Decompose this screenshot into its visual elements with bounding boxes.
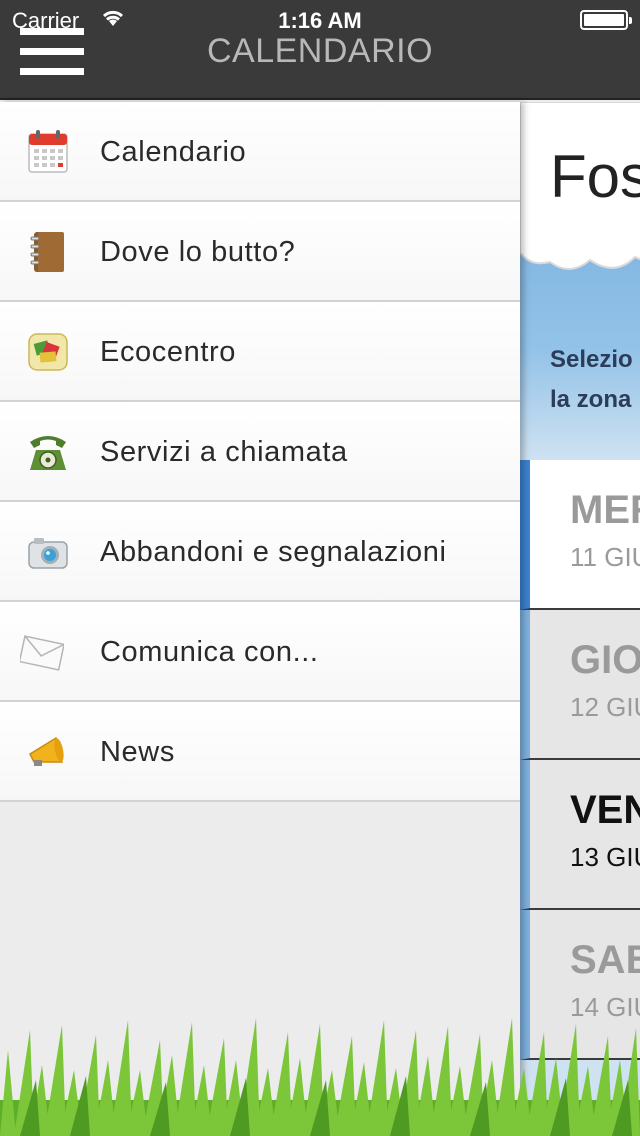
ecocentro-icon bbox=[28, 333, 68, 371]
day-row[interactable]: VEN 13 GIU bbox=[520, 760, 640, 910]
content-title: Fos bbox=[550, 143, 640, 210]
menu-item-comunica-con[interactable]: Comunica con... bbox=[0, 602, 520, 702]
telephone-icon bbox=[30, 436, 66, 470]
menu-item-abbandoni[interactable]: Abbandoni e segnalazioni bbox=[0, 502, 520, 602]
camera-icon bbox=[28, 538, 68, 569]
day-row[interactable]: GIOV 12 GIU bbox=[520, 610, 640, 760]
menu-item-dove-lo-butto[interactable]: Dove lo butto? bbox=[0, 202, 520, 302]
menu-item-news[interactable]: News bbox=[0, 702, 520, 802]
select-zone-text[interactable]: Selezio la zona bbox=[550, 340, 633, 420]
day-list: MER 11 GIU GIOV 12 GIU VEN 13 GIU SAB 14… bbox=[520, 460, 640, 1060]
calendar-icon bbox=[28, 130, 68, 173]
menu-item-label: Calendario bbox=[100, 136, 247, 168]
page-title: CALENDARIO bbox=[206, 32, 434, 70]
menu-item-label: Abbandoni e segnalazioni bbox=[100, 536, 447, 568]
day-row[interactable]: MER 11 GIU bbox=[520, 460, 640, 610]
menu-item-label: News bbox=[100, 736, 175, 768]
navigation-bar: Carrier 1:16 AM CALENDARIO bbox=[0, 0, 640, 100]
menu-item-calendario[interactable]: Calendario bbox=[0, 102, 520, 202]
menu-item-ecocentro[interactable]: Ecocentro bbox=[0, 302, 520, 402]
menu-item-label: Ecocentro bbox=[100, 336, 236, 368]
menu-item-label: Servizi a chiamata bbox=[100, 436, 348, 468]
battery-icon bbox=[580, 10, 632, 30]
megaphone-icon bbox=[29, 736, 64, 766]
menu-item-label: Dove lo butto? bbox=[100, 236, 296, 268]
status-time: 1:16 AM bbox=[278, 8, 362, 33]
calendar-content: Fos Selezio la zona MER 11 GIU GIOV 12 G… bbox=[520, 102, 640, 1136]
envelope-icon bbox=[20, 635, 64, 671]
side-menu: Calendario Dove lo butto? Ecocentro Serv… bbox=[0, 102, 520, 1136]
grass-decoration bbox=[0, 1018, 640, 1136]
menu-item-servizi-a-chiamata[interactable]: Servizi a chiamata bbox=[0, 402, 520, 502]
notebook-icon bbox=[30, 232, 64, 272]
menu-item-label: Comunica con... bbox=[100, 636, 319, 668]
